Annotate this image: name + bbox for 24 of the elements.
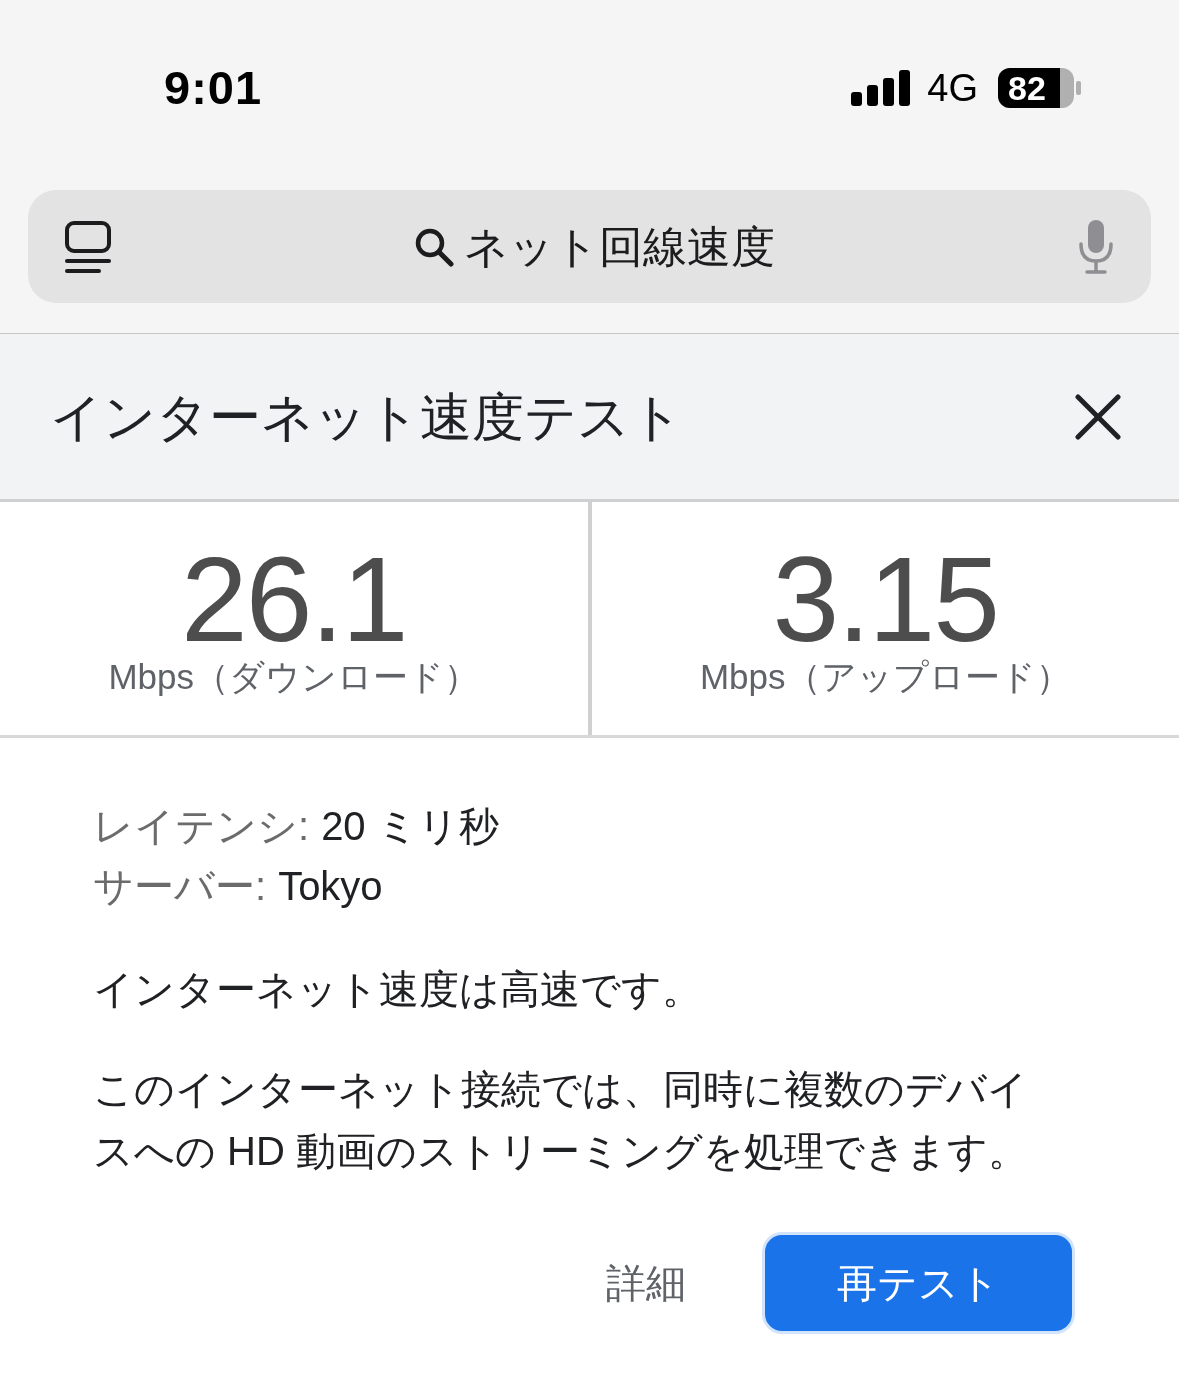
- signal-icon: [851, 70, 912, 106]
- battery-percentage: 82: [1008, 68, 1046, 108]
- speed-label: Mbps（ダウンロード）: [108, 656, 480, 698]
- detail-label: サーバー:: [93, 863, 267, 910]
- speed-description: このインターネット接続では、同時に複数のデバイスへの HD 動画のストリーミングを処理できます。: [93, 1066, 1029, 1175]
- battery-icon: [998, 68, 1081, 108]
- microphone-icon[interactable]: [1078, 219, 1114, 274]
- speed-label: Mbps（アップロード）: [699, 656, 1071, 698]
- network-type: 4G: [927, 65, 978, 111]
- close-icon[interactable]: [1075, 393, 1121, 440]
- retest-button[interactable]: 再テスト: [762, 1232, 1075, 1334]
- address-bar[interactable]: ネット回線速度: [28, 190, 1151, 303]
- detail-label: レイテンシ:: [93, 803, 310, 850]
- search-query: ネット回線速度: [464, 220, 775, 273]
- speed-value: 26.1: [180, 540, 407, 658]
- status-time: 9:01: [164, 59, 263, 116]
- card-title: インターネット速度テスト: [50, 386, 683, 448]
- detail-value: Tokyo: [278, 863, 383, 910]
- detail-value: 20 ミリ秒: [321, 803, 499, 850]
- speed-summary: インターネット速度は高速です。: [93, 966, 702, 1013]
- details-link[interactable]: 詳細: [606, 1253, 686, 1313]
- tabs-icon[interactable]: [65, 220, 111, 273]
- speed-value: 3.15: [772, 540, 999, 658]
- search-icon: [414, 226, 454, 267]
